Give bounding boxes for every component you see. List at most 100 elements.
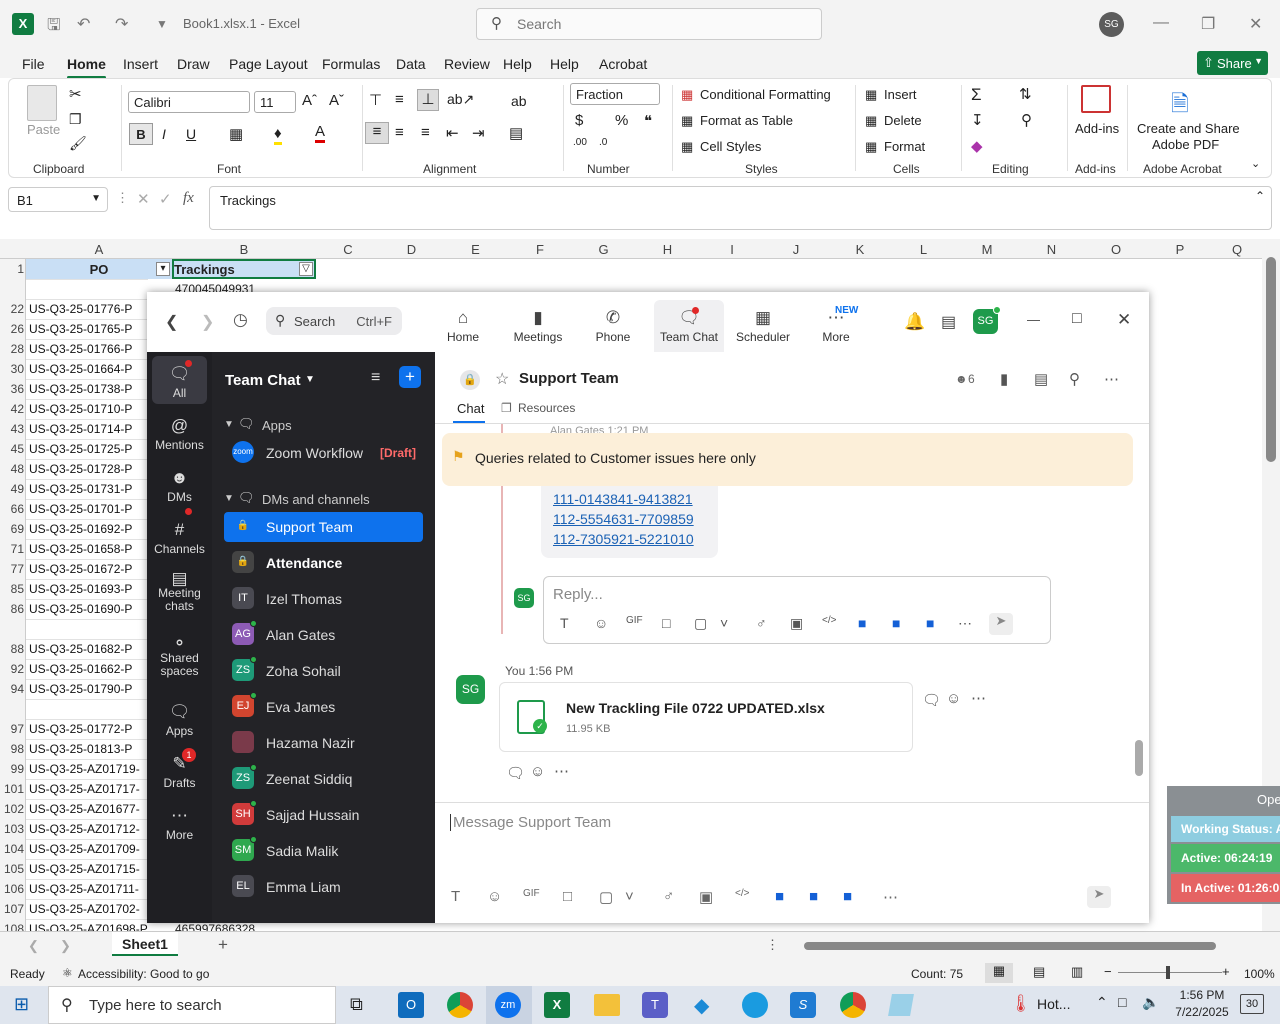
screenshot-icon[interactable]: ▢ [694, 615, 707, 632]
cell-po[interactable]: US-Q3-25-01710-P [29, 402, 132, 416]
list-item-channel[interactable]: AG Alan Gates [224, 620, 423, 650]
row-number[interactable]: 28 [0, 342, 26, 356]
tab-formulas[interactable]: Formulas [322, 56, 380, 72]
close-icon[interactable]: ✕ [1117, 310, 1131, 330]
app-diamond-icon[interactable]: ◆ [694, 993, 709, 1018]
increase-indent-icon[interactable]: ⇥ [472, 124, 485, 142]
share-button[interactable]: ⇧ Share ▼ [1197, 51, 1268, 75]
chrome-icon-2[interactable] [840, 992, 866, 1018]
search-icon[interactable]: ⚲ [1069, 370, 1080, 388]
normal-view-icon[interactable]: ▦ [985, 963, 1013, 983]
row-number[interactable]: 88 [0, 642, 26, 656]
apps-section-header[interactable]: Apps [262, 418, 292, 433]
column-header[interactable]: J [764, 242, 828, 257]
cell-po[interactable]: US-Q3-25-01690-P [29, 602, 132, 616]
zoom-level[interactable]: 100% [1244, 967, 1275, 981]
column-header[interactable]: K [828, 242, 892, 257]
excel-taskbar-icon[interactable]: X [544, 992, 570, 1018]
nav-phone[interactable]: ✆ Phone [583, 308, 643, 344]
dms-section-header[interactable]: DMs and channels [262, 492, 370, 507]
row-number[interactable]: 105 [0, 862, 26, 876]
column-header[interactable]: H [635, 242, 700, 257]
format-cells-icon[interactable]: ▦ [865, 139, 877, 155]
cell-po[interactable]: US-Q3-25-01728-P [29, 462, 132, 476]
chevron-down-icon[interactable]: ˅ [720, 615, 728, 631]
bell-icon[interactable]: 🔔 [904, 312, 925, 332]
customize-qat-icon[interactable]: ▼ [156, 17, 168, 31]
cell-po[interactable]: US-Q3-25-AZ01712- [29, 822, 140, 836]
insert-cells-icon[interactable]: ▦ [865, 87, 877, 103]
back-icon[interactable]: ❮ [165, 312, 178, 332]
close-icon[interactable]: ✕ [1249, 14, 1262, 34]
align-center-icon[interactable]: ≡ [395, 124, 404, 141]
clear-icon[interactable]: ◆ [971, 137, 983, 155]
app-s-icon[interactable]: S [790, 992, 816, 1018]
conditional-formatting-button[interactable]: Conditional Formatting [700, 87, 831, 102]
acrobat-pdf-icon[interactable]: 🗎 [1171, 87, 1189, 125]
row-number[interactable]: 103 [0, 822, 26, 836]
expand-formula-icon[interactable]: ⌃ [1255, 189, 1265, 203]
row-number[interactable]: 36 [0, 382, 26, 396]
copy-icon[interactable]: ❐ [69, 111, 82, 128]
row-number[interactable]: 106 [0, 882, 26, 896]
reply-thread-icon[interactable]: 🗨 [922, 691, 941, 709]
taskbar-search[interactable]: ⚲ Type here to search [48, 986, 336, 1024]
save-icon[interactable]: 🖫 [47, 14, 61, 41]
cell-tracking[interactable]: 465997686328 [175, 922, 255, 931]
list-item-channel[interactable]: ZS Zeenat Siddiq [224, 764, 423, 794]
lnav-drafts[interactable]: ✎ Drafts [147, 754, 212, 790]
row-number[interactable]: 30 [0, 362, 26, 376]
calendar-icon[interactable]: ▤ [941, 312, 956, 332]
file-icon[interactable]: □ [662, 615, 670, 631]
list-item-channel[interactable]: EJ Eva James [224, 692, 423, 722]
collapse-icon[interactable]: ▼ [224, 419, 234, 430]
minimize-icon[interactable]: — [1027, 312, 1040, 327]
cell-po[interactable]: US-Q3-25-AZ01698-P [29, 922, 148, 931]
column-header[interactable]: P [1148, 242, 1212, 257]
list-item-channel[interactable]: ZS Zoha Sohail [224, 656, 423, 686]
list-item-channel[interactable]: 🔒 Attendance [224, 548, 423, 578]
tab-draw[interactable]: Draw [177, 56, 210, 72]
row-number[interactable]: 92 [0, 662, 26, 676]
align-top-icon[interactable]: ⊤ [369, 91, 382, 109]
fill-icon[interactable]: ↧ [971, 111, 984, 129]
emoji-react-icon[interactable]: ☺ [530, 763, 545, 780]
align-middle-icon[interactable]: ≡ [395, 91, 404, 108]
sort-filter-icon[interactable]: ⇅ [1019, 85, 1032, 103]
shrink-font-icon[interactable]: Aˇ [329, 92, 344, 109]
lnav-meeting-chats[interactable]: ▤ Meeting chats [147, 570, 212, 613]
cell-po[interactable]: US-Q3-25-01776-P [29, 302, 132, 316]
network-icon[interactable]: □ [1118, 994, 1126, 1010]
emoji-react-icon[interactable]: ☺ [946, 690, 961, 707]
tab-resources[interactable]: Resources [518, 401, 575, 415]
tab-help[interactable]: Help [550, 56, 579, 72]
cell-po[interactable]: US-Q3-25-AZ01715- [29, 862, 140, 876]
order-link-2[interactable]: 112-5554631-7709859 [553, 511, 694, 527]
filter-active-icon[interactable]: ▽ [299, 262, 313, 276]
cell-po[interactable]: US-Q3-25-01714-P [29, 422, 132, 436]
app-3-icon[interactable]: ■ [843, 888, 852, 905]
row-number[interactable]: 22 [0, 302, 26, 316]
tab-data[interactable]: Data [396, 56, 426, 72]
column-header[interactable]: E [443, 242, 508, 257]
send-icon[interactable]: ➤ [1087, 886, 1111, 908]
minimize-icon[interactable]: — [1153, 14, 1169, 32]
cell-po[interactable]: US-Q3-25-01672-P [29, 562, 132, 576]
insert-cells-button[interactable]: Insert [884, 87, 917, 102]
code-icon[interactable]: </> [822, 615, 836, 626]
tab-insert[interactable]: Insert [123, 56, 158, 72]
formula-bar[interactable]: Trackings ⌃ [209, 186, 1272, 230]
zoom-app-icon[interactable]: zm [495, 992, 521, 1018]
cell-po[interactable]: US-Q3-25-AZ01719- [29, 762, 140, 776]
member-count[interactable]: 6 [968, 372, 975, 386]
reply-thread-icon[interactable]: 🗨 [506, 764, 525, 782]
row-number[interactable]: 108 [0, 922, 26, 931]
font-family-select[interactable]: Calibri [128, 91, 250, 113]
tab-review[interactable]: Review [444, 56, 490, 72]
zoom-slider[interactable] [1118, 972, 1222, 973]
cell-po[interactable]: US-Q3-25-AZ01702- [29, 902, 140, 916]
tab-home[interactable]: Home [67, 56, 106, 79]
tab-splitter-icon[interactable]: ⋮ [766, 937, 779, 953]
tab-acrobat[interactable]: Acrobat [599, 56, 647, 72]
column-header[interactable]: D [380, 242, 443, 257]
